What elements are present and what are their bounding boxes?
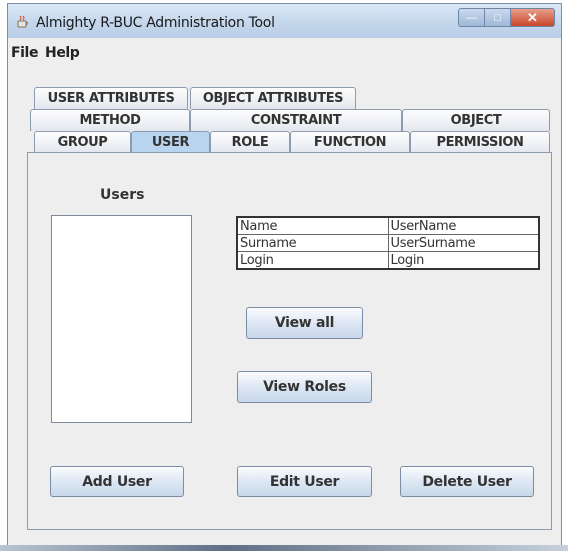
tab-constraint[interactable]: CONSTRAINT <box>190 109 402 131</box>
table-row: Login Login <box>236 251 540 270</box>
tab-permission[interactable]: PERMISSION <box>410 131 550 153</box>
field-surname-value[interactable]: UserSurname <box>387 234 540 252</box>
close-button[interactable]: ✕ <box>511 8 555 27</box>
tab-user[interactable]: USER <box>131 131 210 154</box>
field-login-value[interactable]: Login <box>387 251 540 270</box>
title-bar[interactable]: Almighty R-BUC Administration Tool — □ ✕ <box>8 4 561 38</box>
minimize-icon: — <box>466 11 477 24</box>
view-roles-button[interactable]: View Roles <box>237 371 372 403</box>
delete-user-button[interactable]: Delete User <box>400 466 534 497</box>
desktop-edge <box>0 545 568 551</box>
view-all-button[interactable]: View all <box>246 307 363 339</box>
tab-group[interactable]: GROUP <box>34 131 131 153</box>
tab-role[interactable]: ROLE <box>210 131 290 153</box>
users-label: Users <box>100 187 145 203</box>
close-icon: ✕ <box>527 9 538 25</box>
add-user-button[interactable]: Add User <box>50 466 184 497</box>
user-details-table: Name UserName Surname UserSurname Login … <box>236 216 540 270</box>
menu-help[interactable]: Help <box>45 45 80 61</box>
field-surname-label: Surname <box>236 234 389 252</box>
minimize-button[interactable]: — <box>458 8 485 27</box>
maximize-button[interactable]: □ <box>485 8 511 27</box>
tab-function[interactable]: FUNCTION <box>290 131 410 153</box>
field-name-value[interactable]: UserName <box>387 216 540 235</box>
java-cup-icon <box>17 15 28 28</box>
field-login-label: Login <box>236 251 389 270</box>
edit-user-button[interactable]: Edit User <box>237 466 372 497</box>
tab-object-attributes[interactable]: OBJECT ATTRIBUTES <box>190 87 356 109</box>
maximize-icon: □ <box>494 11 501 24</box>
field-name-label: Name <box>236 216 389 235</box>
window-title: Almighty R-BUC Administration Tool <box>36 15 275 31</box>
window-controls: — □ ✕ <box>458 8 555 28</box>
users-list[interactable] <box>51 215 192 423</box>
tab-object[interactable]: OBJECT <box>402 109 550 131</box>
tab-user-attributes[interactable]: USER ATTRIBUTES <box>34 87 188 109</box>
table-row: Name UserName <box>236 216 540 235</box>
menu-file[interactable]: File <box>11 45 38 61</box>
tab-method[interactable]: METHOD <box>30 109 190 131</box>
menu-bar: File Help <box>8 38 561 64</box>
table-row: Surname UserSurname <box>236 234 540 252</box>
